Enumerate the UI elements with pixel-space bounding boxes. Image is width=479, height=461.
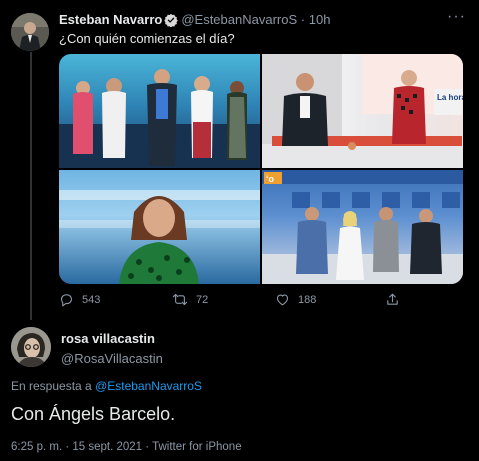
tweet-time[interactable]: 10h bbox=[309, 12, 331, 27]
share-icon[interactable] bbox=[385, 292, 400, 307]
retweet-icon[interactable] bbox=[172, 292, 188, 307]
in-reply-prefix: En respuesta a bbox=[11, 379, 92, 393]
like-count: 188 bbox=[298, 293, 317, 306]
reply-author-name[interactable]: rosa villacastin bbox=[61, 331, 163, 346]
media-image-1[interactable] bbox=[59, 54, 260, 168]
author-avatar[interactable] bbox=[11, 13, 49, 51]
reply-icon[interactable] bbox=[59, 292, 74, 307]
like-action[interactable]: 188 bbox=[275, 292, 316, 307]
reply-action[interactable]: 543 bbox=[59, 292, 100, 307]
retweet-count: 72 bbox=[196, 293, 209, 306]
share-action[interactable] bbox=[385, 292, 400, 307]
author-name[interactable]: Esteban Navarro bbox=[59, 12, 162, 27]
verified-badge-icon bbox=[164, 13, 179, 30]
reply-text: Con Ángels Barcelo. bbox=[11, 404, 176, 424]
reply-author-avatar[interactable] bbox=[11, 327, 51, 367]
media-image-4[interactable]: ʻo bbox=[262, 170, 463, 284]
media-image-2[interactable]: La hora de la 1 bbox=[262, 54, 463, 168]
tile4-logo: ʻo bbox=[266, 174, 275, 184]
tile2-logo: La hora de la 1 bbox=[437, 93, 463, 102]
retweet-action[interactable]: 72 bbox=[172, 292, 208, 307]
in-reply-mention-link[interactable]: @EstebanNavarroS bbox=[95, 379, 202, 393]
heart-icon[interactable] bbox=[275, 292, 290, 307]
media-grid[interactable]: La hora de la 1 ʻo bbox=[59, 54, 463, 284]
author-handle[interactable]: @EstebanNavarroS bbox=[181, 12, 297, 27]
more-dots-icon[interactable]: ··· bbox=[447, 8, 466, 26]
tweet-text: ¿Con quién comienzas el día? bbox=[59, 31, 235, 46]
reply-author-handle[interactable]: @RosaVillacastin bbox=[61, 351, 163, 366]
tweet-header: Esteban Navarro @EstebanNavarroS · 10h bbox=[59, 12, 330, 30]
reply-header: rosa villacastin @RosaVillacastin bbox=[61, 331, 163, 366]
reply-meta: 6:25 p. m. · 15 sept. 2021 · Twitter for… bbox=[11, 441, 242, 453]
media-image-3[interactable] bbox=[59, 170, 260, 284]
in-reply-to: En respuesta a @EstebanNavarroS bbox=[11, 379, 202, 393]
reply-timestamp[interactable]: 6:25 p. m. bbox=[11, 441, 62, 453]
reply-date[interactable]: 15 sept. 2021 bbox=[72, 441, 142, 453]
tweet-actions: 543 72 188 bbox=[59, 292, 419, 312]
reply-source: Twitter for iPhone bbox=[152, 441, 242, 453]
thread-connector-line bbox=[30, 52, 32, 320]
header-separator: · bbox=[300, 12, 306, 27]
reply-count: 543 bbox=[82, 293, 101, 306]
